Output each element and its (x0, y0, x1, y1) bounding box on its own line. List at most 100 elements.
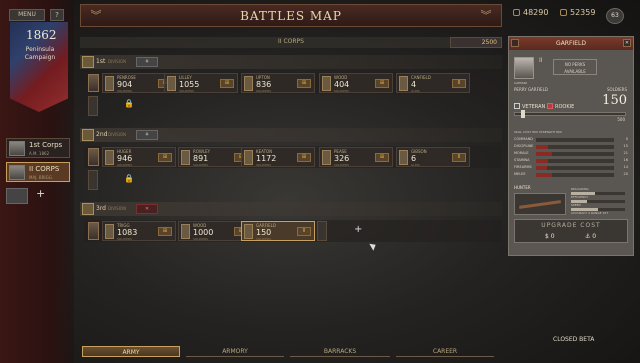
unit-row-2: HUGER946SOLDIERS⊞ ROWLEY891SOLDIERS⊞ KEA… (84, 146, 502, 168)
gold-counter: 52359 (560, 8, 595, 17)
unit-type: GUNS (411, 89, 420, 93)
division-icon[interactable] (82, 129, 94, 141)
stat-row: COMMAND 0 (514, 137, 628, 142)
unit-count: 6 (411, 154, 417, 163)
add-corps-button[interactable]: + (36, 187, 45, 200)
unit-card[interactable]: HUGER 946 SOLDIERS ⊞ (102, 147, 176, 167)
weapon-name: HUNTER (514, 185, 531, 190)
slider-handle[interactable] (521, 110, 525, 118)
perks-box[interactable]: NO PERKS AVAILABLE (553, 59, 597, 75)
add-unit-button[interactable]: + (354, 224, 362, 235)
silver-counter: 48290 (513, 8, 548, 17)
upgrade-gold: ⚓ 0 (585, 233, 597, 240)
unit-action-button[interactable]: ⊞ (297, 79, 311, 88)
checkbox-icon (547, 103, 553, 109)
chevron-down-icon[interactable]: ︾ (477, 9, 495, 23)
unit-card[interactable]: KEATON 1172 SOLDIERS ⊞ (241, 147, 315, 167)
stat-row: MELEE 20 (514, 172, 628, 177)
weapon-stat-label: EFFICIENCY (571, 195, 589, 199)
upgrade-cost-box[interactable]: UPGRADE COST $ 0 ⚓ 0 (514, 219, 628, 243)
unit-action-button[interactable]: ⊞ (220, 79, 234, 88)
division-row-3: 3rd DIVISION ✕ (80, 202, 502, 216)
regiment-icon (105, 76, 114, 91)
empty-unit-slot[interactable] (88, 96, 98, 116)
unit-type: SOLDIERS (256, 163, 272, 167)
unit-action-button[interactable]: II (297, 227, 311, 236)
empty-unit-slot[interactable] (88, 170, 98, 190)
cannon-icon (399, 150, 408, 165)
unit-card[interactable]: GIBSON 6 GUNS II (396, 147, 470, 167)
unit-action-button[interactable]: ⊞ (375, 153, 389, 162)
beta-label: CLOSED BETA (553, 336, 595, 343)
upgrade-silver: $ 0 (545, 233, 555, 240)
empty-unit-slot[interactable] (317, 221, 327, 241)
unit-card[interactable]: TRIGG 1083 SOLDIERS ⊞ (102, 221, 176, 241)
regiment-icon (105, 224, 114, 239)
help-button[interactable]: ? (50, 9, 64, 21)
gold-icon (560, 9, 567, 16)
unit-type: SOLDIERS (193, 237, 209, 241)
division-number: 3rd (96, 205, 106, 212)
corps-sub: MAJ. BRIGG. (29, 175, 54, 180)
unit-count: 404 (334, 80, 350, 89)
unit-action-button[interactable]: II (452, 153, 466, 162)
rookie-checkbox[interactable]: ROOKIE (547, 103, 574, 110)
corps-sub: A.M. 1862 (29, 151, 50, 156)
cannon-icon (399, 76, 408, 91)
tab-barracks[interactable]: BARRACKS (290, 346, 390, 357)
campaign-name: Peninsula Campaign (24, 46, 56, 61)
regiment-icon (322, 150, 331, 165)
unit-type: GUNS (411, 163, 420, 167)
unit-type: SOLDIERS (179, 89, 195, 93)
unit-card[interactable]: UPTON 836 SOLDIERS ⊞ (241, 73, 315, 93)
veteran-checkbox[interactable]: VETERAN (514, 103, 545, 110)
division-icon[interactable] (82, 56, 94, 68)
division-option-button[interactable]: ⚘ (136, 130, 158, 140)
unit-action-button[interactable]: II (452, 79, 466, 88)
tab-armory[interactable]: ARMORY (186, 346, 284, 357)
unit-card-selected[interactable]: GARFIELD 150 SOLDIERS II (241, 221, 315, 241)
unit-action-button[interactable]: ⊞ (375, 79, 389, 88)
corps-name: 1st Corps (29, 141, 63, 149)
unit-action-button[interactable]: ⊞ (297, 153, 311, 162)
tab-career[interactable]: CAREER (396, 346, 494, 357)
regiment-icon (244, 224, 253, 239)
unit-card[interactable]: CANFIELD 4 GUNS II (396, 73, 470, 93)
regiment-icon (105, 150, 114, 165)
unit-card[interactable]: LILLEY 1055 SOLDIERS ⊞ (164, 73, 238, 93)
weapon-stat-label: RELOADING (571, 187, 589, 191)
avatar (9, 165, 25, 180)
division-leader-slot[interactable] (88, 222, 99, 240)
corps-name: II CORPS (29, 165, 60, 173)
division-row-1: 1st DIVISION ⚘ (80, 55, 502, 69)
unit-card[interactable]: WOOD 404 SOLDIERS ⊞ (319, 73, 393, 93)
soldiers-slider[interactable] (514, 112, 626, 116)
unit-card[interactable]: PEASE 326 SOLDIERS ⊞ (319, 147, 393, 167)
division-leader-slot[interactable] (88, 74, 99, 92)
officer-portrait[interactable] (514, 57, 534, 79)
unit-type: SOLDIERS (334, 163, 350, 167)
division-leader-slot[interactable] (88, 148, 99, 166)
unit-type: SOLDIERS (117, 89, 133, 93)
tab-army[interactable]: ARMY (82, 346, 180, 357)
corps-item-ii[interactable]: II CORPS MAJ. BRIGG. (6, 162, 70, 182)
unit-type: SOLDIERS (334, 89, 350, 93)
unit-count: 1083 (117, 228, 138, 237)
division-option-button[interactable]: ⚘ (136, 57, 158, 67)
unit-action-button[interactable]: ⊞ (158, 227, 172, 236)
stat-row: STAMINA 16 (514, 158, 628, 163)
upgrade-title: UPGRADE COST (541, 222, 601, 229)
empty-corps-slot[interactable] (6, 188, 28, 204)
page-title: BATTLES MAP (240, 9, 342, 23)
division-icon[interactable] (82, 203, 94, 215)
officer-name: PERRY GARFIELD (514, 87, 548, 92)
soldiers-label: SOLDIERS (606, 87, 627, 92)
unit-action-button[interactable]: ⊞ (158, 153, 172, 162)
menu-button[interactable]: MENU (9, 9, 45, 21)
division-disband-button[interactable]: ✕ (136, 204, 158, 214)
unit-type: SOLDIERS (256, 89, 272, 93)
stat-row: FIREARMS 14 (514, 165, 628, 170)
close-button[interactable]: ✕ (623, 39, 631, 47)
corps-item-1st[interactable]: 1st Corps A.M. 1862 (6, 138, 70, 158)
unit-type-icon (511, 39, 519, 47)
